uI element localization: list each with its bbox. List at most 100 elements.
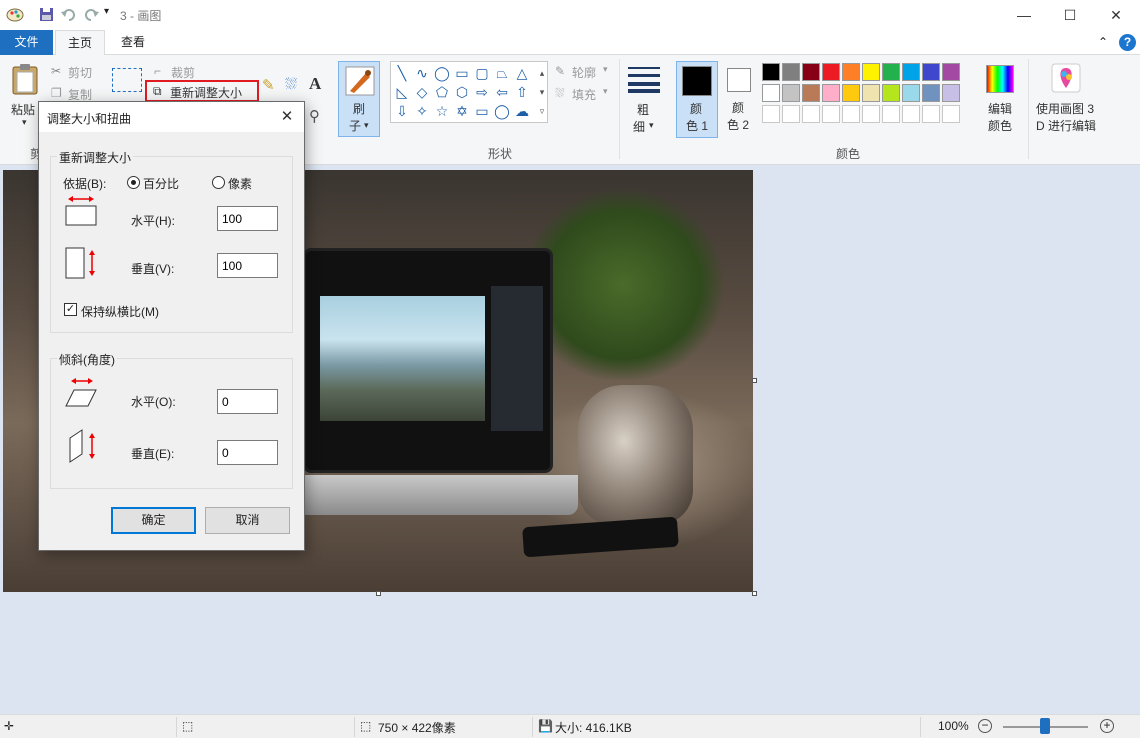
color1-button[interactable]: 颜 色 1 — [676, 61, 718, 138]
triangle-shape-icon[interactable]: △ — [513, 64, 531, 82]
cut-button[interactable]: 剪切 — [68, 64, 92, 81]
palette-custom-slot[interactable] — [822, 105, 840, 123]
brush-button[interactable]: 刷 子 ▾ — [338, 61, 380, 137]
palette-swatch[interactable] — [822, 63, 840, 81]
color2-button[interactable]: 颜 色 2 — [723, 61, 759, 138]
tab-file[interactable]: 文件 — [0, 30, 53, 55]
pixels-label[interactable]: 像素 — [228, 175, 252, 192]
right-arrow-shape-icon[interactable]: ⇨ — [473, 83, 491, 101]
resize-handle-bottom[interactable] — [376, 591, 381, 596]
size-label-2[interactable]: 细 — [633, 118, 645, 135]
zoom-slider-thumb[interactable] — [1040, 718, 1050, 734]
palette-custom-slot[interactable] — [902, 105, 920, 123]
copy-icon[interactable]: ❐ — [51, 86, 62, 100]
cut-icon[interactable]: ✂ — [51, 64, 61, 78]
callout-cloud-shape-icon[interactable]: ☁ — [513, 102, 531, 120]
resize-vertical-input[interactable] — [217, 253, 278, 278]
fill-bucket-icon[interactable]: ⛆ — [285, 76, 297, 93]
callout-rect-shape-icon[interactable]: ▭ — [473, 102, 491, 120]
resize-handle-corner[interactable] — [752, 591, 757, 596]
palette-custom-slot[interactable] — [802, 105, 820, 123]
up-arrow-shape-icon[interactable]: ⇧ — [513, 83, 531, 101]
collapse-ribbon-icon[interactable]: ⌃ — [1098, 30, 1108, 55]
palette-swatch[interactable] — [802, 63, 820, 81]
palette-swatch[interactable] — [762, 84, 780, 102]
curve-shape-icon[interactable]: ∿ — [413, 64, 431, 82]
rectangle-shape-icon[interactable]: ▭ — [453, 64, 471, 82]
palette-swatch[interactable] — [842, 63, 860, 81]
paint3d-label-1[interactable]: 使用画图 3 — [1036, 100, 1094, 117]
cancel-button[interactable]: 取消 — [205, 507, 290, 534]
ok-button[interactable]: 确定 — [111, 507, 196, 534]
size-label-1[interactable]: 粗 — [637, 101, 649, 118]
palette-swatch[interactable] — [862, 63, 880, 81]
edit-colors-icon[interactable] — [986, 65, 1014, 93]
down-arrow-shape-icon[interactable]: ⇩ — [393, 102, 411, 120]
crop-button[interactable]: 裁剪 — [171, 64, 195, 81]
zoom-out-button[interactable]: − — [978, 719, 992, 733]
help-icon[interactable]: ? — [1119, 34, 1136, 51]
keep-aspect-checkbox[interactable]: ✓ — [64, 303, 77, 316]
tab-view[interactable]: 查看 — [110, 30, 156, 55]
keep-aspect-label[interactable]: 保持纵横比(M) — [81, 303, 159, 320]
size-icon[interactable] — [628, 65, 660, 93]
zoom-in-button[interactable]: + — [1100, 719, 1114, 733]
palette-custom-slot[interactable] — [922, 105, 940, 123]
paste-icon[interactable] — [11, 63, 39, 95]
outline-dropdown-icon[interactable]: ▾ — [603, 64, 608, 75]
paint3d-icon[interactable] — [1051, 63, 1081, 93]
six-point-star-shape-icon[interactable]: ✡ — [453, 102, 471, 120]
magnifier-icon[interactable]: ⚲ — [309, 107, 320, 125]
text-tool-icon[interactable]: A — [309, 74, 321, 94]
minimize-button[interactable]: — — [1001, 0, 1047, 30]
oval-shape-icon[interactable]: ◯ — [433, 64, 451, 82]
undo-icon[interactable] — [61, 7, 77, 22]
callout-oval-shape-icon[interactable]: ◯ — [493, 102, 511, 120]
skew-vertical-input[interactable] — [217, 440, 278, 465]
palette-custom-slot[interactable] — [842, 105, 860, 123]
shapes-scroll-down-icon[interactable]: ▾ — [533, 83, 551, 101]
edit-colors-label-2[interactable]: 颜色 — [988, 117, 1012, 134]
palette-swatch[interactable] — [822, 84, 840, 102]
palette-custom-slot[interactable] — [762, 105, 780, 123]
outline-button[interactable]: 轮廓 — [572, 64, 596, 81]
redo-icon[interactable] — [83, 7, 99, 22]
fill-dropdown-icon[interactable]: ▾ — [603, 86, 608, 97]
shapes-expand-icon[interactable]: ▿ — [533, 102, 551, 120]
four-point-star-shape-icon[interactable]: ✧ — [413, 102, 431, 120]
palette-swatch[interactable] — [842, 84, 860, 102]
palette-swatch[interactable] — [782, 84, 800, 102]
palette-swatch[interactable] — [922, 84, 940, 102]
right-triangle-shape-icon[interactable]: ◺ — [393, 83, 411, 101]
rounded-rect-shape-icon[interactable]: ▢ — [473, 64, 491, 82]
palette-swatch[interactable] — [902, 63, 920, 81]
palette-custom-slot[interactable] — [882, 105, 900, 123]
five-point-star-shape-icon[interactable]: ☆ — [433, 102, 451, 120]
outline-icon[interactable]: ✎ — [555, 64, 565, 78]
shapes-scroll-up-icon[interactable]: ▴ — [533, 64, 551, 82]
hexagon-shape-icon[interactable]: ⬡ — [453, 83, 471, 101]
polygon-shape-icon[interactable]: ⏢ — [493, 64, 511, 82]
palette-swatch[interactable] — [922, 63, 940, 81]
quick-access-dropdown-icon[interactable]: ▾ — [104, 6, 109, 17]
fill-icon[interactable]: ⛆ — [555, 86, 565, 101]
resize-handle-right[interactable] — [752, 378, 757, 383]
skew-horizontal-input[interactable] — [217, 389, 278, 414]
resize-horizontal-input[interactable] — [217, 206, 278, 231]
paste-dropdown-icon[interactable]: ▾ — [22, 117, 27, 128]
palette-swatch[interactable] — [782, 63, 800, 81]
size-dropdown-icon[interactable]: ▾ — [649, 120, 654, 131]
resize-icon[interactable]: ⧉ — [153, 84, 162, 99]
percent-label[interactable]: 百分比 — [143, 175, 179, 192]
pentagon-shape-icon[interactable]: ⬠ — [433, 83, 451, 101]
palette-custom-slot[interactable] — [782, 105, 800, 123]
palette-swatch[interactable] — [902, 84, 920, 102]
maximize-button[interactable]: ☐ — [1047, 0, 1093, 30]
pixels-radio[interactable] — [212, 176, 225, 189]
resize-button[interactable]: 重新调整大小 — [170, 84, 242, 101]
edit-colors-label-1[interactable]: 编辑 — [988, 100, 1012, 117]
save-icon[interactable] — [39, 7, 54, 22]
close-button[interactable]: ✕ — [1093, 0, 1139, 30]
percent-radio[interactable] — [127, 176, 140, 189]
select-tool-icon[interactable] — [112, 68, 142, 92]
